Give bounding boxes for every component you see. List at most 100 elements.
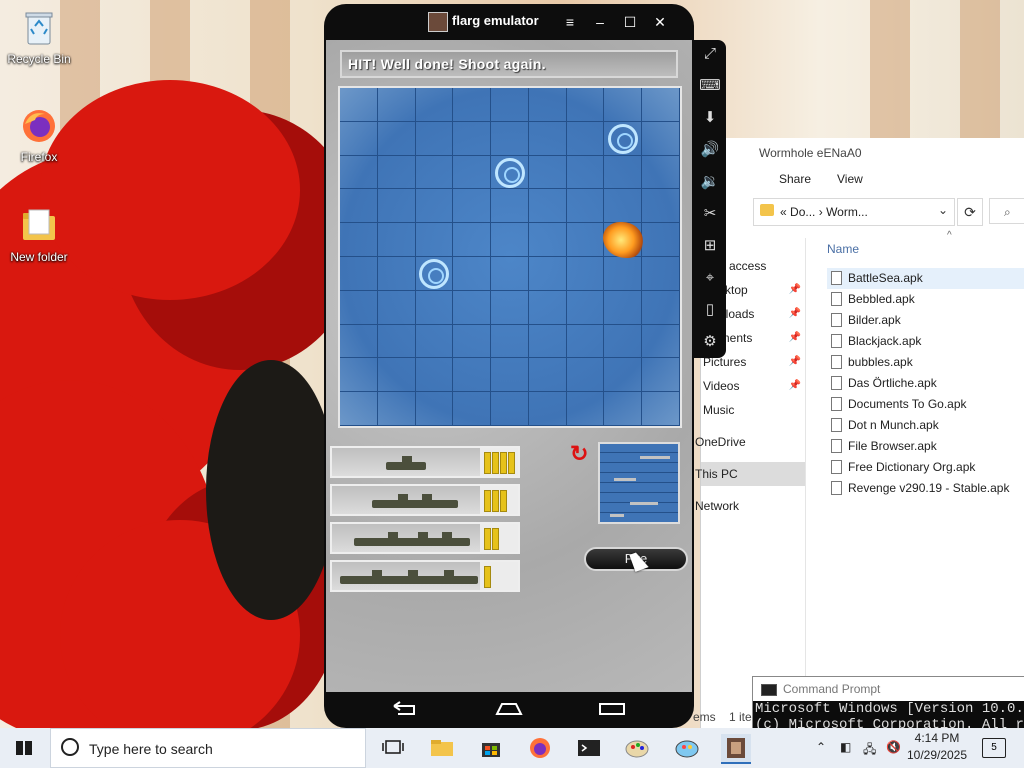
grid-cell[interactable] [415, 290, 454, 325]
scissors-icon[interactable]: ✂ [694, 200, 726, 228]
grid-cell[interactable] [453, 121, 492, 156]
grid-cell[interactable] [491, 257, 529, 291]
tab-share[interactable]: Share [779, 172, 811, 186]
grid-cell[interactable] [453, 392, 492, 426]
meet-now-icon[interactable]: ◧ [840, 740, 851, 754]
grid-cell[interactable] [340, 223, 378, 257]
tab-view[interactable]: View [837, 172, 863, 186]
paint-icon[interactable] [623, 734, 653, 762]
grid-cell[interactable] [377, 121, 416, 156]
grid-cell[interactable] [377, 358, 416, 393]
grid-cell[interactable] [340, 392, 378, 426]
grid-cell[interactable] [528, 155, 567, 190]
grid-cell[interactable] [604, 358, 643, 393]
nav-item-this-pc[interactable]: This PC [695, 462, 805, 486]
nav-item-music[interactable]: Music [701, 398, 805, 422]
file-row[interactable]: Free Dictionary Org.apk [827, 457, 1024, 478]
file-row[interactable]: Blackjack.apk [827, 331, 1024, 352]
grid-cell[interactable] [340, 257, 378, 291]
grid-cell[interactable] [377, 290, 416, 325]
grid-cell[interactable] [642, 223, 680, 257]
file-row[interactable]: Bilder.apk [827, 310, 1024, 331]
grid-cell[interactable] [453, 324, 492, 359]
fullscreen-icon[interactable]: ⤢ [694, 40, 726, 68]
grid-cell[interactable] [642, 257, 680, 291]
grid-cell[interactable] [566, 88, 605, 122]
address-bar[interactable]: « Do... › Worm... ⌄ [753, 198, 955, 226]
grid-cell[interactable] [604, 392, 643, 426]
paint3d-icon[interactable] [672, 734, 702, 762]
system-clock[interactable]: 4:14 PM 10/29/2025 [900, 730, 974, 764]
terminal-icon[interactable] [574, 734, 604, 762]
desktop-icon-recycle-bin[interactable]: Recycle Bin [0, 8, 78, 66]
home-icon[interactable] [495, 700, 523, 718]
reload-icon[interactable]: ↻ [570, 442, 592, 466]
taskbar-search[interactable]: Type here to search [50, 728, 366, 768]
grid-cell[interactable] [566, 257, 605, 291]
nav-item-videos[interactable]: Videos 📌 [701, 374, 805, 398]
grid-cell[interactable] [566, 358, 605, 393]
file-row[interactable]: Das Örtliche.apk [827, 373, 1024, 394]
grid-cell[interactable] [453, 290, 492, 325]
grid-cell[interactable] [340, 324, 378, 359]
grid-cell[interactable] [453, 257, 492, 291]
grid-cell[interactable] [491, 324, 529, 359]
grid-cell[interactable] [566, 290, 605, 325]
network-icon[interactable]: 🖧 [863, 740, 876, 761]
settings-icon[interactable]: ⚙ [694, 328, 726, 356]
grid-cell[interactable] [604, 155, 643, 190]
nav-item-onedrive[interactable]: OneDrive [695, 430, 805, 454]
firefox-icon[interactable] [525, 734, 555, 762]
grid-cell[interactable] [415, 121, 454, 156]
target-grid[interactable] [338, 86, 682, 428]
notification-center-icon[interactable]: 5 [982, 738, 1006, 758]
task-view-icon[interactable] [378, 734, 408, 762]
close-button[interactable]: ✕ [648, 10, 672, 34]
refresh-button[interactable]: ⟳ [957, 198, 983, 226]
grid-cell[interactable] [491, 121, 529, 156]
file-explorer-icon[interactable] [427, 734, 457, 762]
minimize-button[interactable]: – [588, 10, 612, 34]
grid-cell[interactable] [642, 155, 680, 190]
grid-cell[interactable] [377, 257, 416, 291]
grid-cell[interactable] [566, 392, 605, 426]
file-row[interactable]: BattleSea.apk [827, 268, 1024, 289]
volume-muted-icon[interactable]: 🔇 [886, 740, 901, 754]
grid-cell[interactable] [453, 88, 492, 122]
grid-cell[interactable] [528, 88, 567, 122]
file-row[interactable]: File Browser.apk [827, 436, 1024, 457]
file-row[interactable]: Bebbled.apk [827, 289, 1024, 310]
grid-cell[interactable] [377, 189, 416, 224]
grid-cell[interactable] [453, 223, 492, 257]
location-icon[interactable]: ⌖ [694, 264, 726, 292]
grid-cell[interactable] [642, 358, 680, 393]
file-row[interactable]: Dot n Munch.apk [827, 415, 1024, 436]
cmd-titlebar[interactable]: Command Prompt [753, 677, 1024, 701]
grid-cell[interactable] [377, 155, 416, 190]
grid-cell[interactable] [566, 223, 605, 257]
desktop-icon-firefox[interactable]: Firefox [0, 106, 78, 164]
grid-cell[interactable] [642, 189, 680, 224]
grid-cell[interactable] [642, 290, 680, 325]
desktop-icon-new-folder[interactable]: New folder [0, 206, 78, 264]
grid-cell[interactable] [528, 257, 567, 291]
start-button[interactable] [0, 728, 48, 768]
grid-cell[interactable] [604, 324, 643, 359]
grid-cell[interactable] [528, 121, 567, 156]
store-icon[interactable] [476, 734, 506, 762]
chevron-up-icon[interactable]: ⌃ [816, 740, 826, 754]
grid-cell[interactable] [642, 324, 680, 359]
grid-cell[interactable] [377, 223, 416, 257]
grid-cell[interactable] [491, 358, 529, 393]
grid-cell[interactable] [604, 290, 643, 325]
back-icon[interactable] [392, 700, 420, 718]
grid-cell[interactable] [340, 121, 378, 156]
grid-cell[interactable] [604, 189, 643, 224]
grid-cell[interactable] [528, 290, 567, 325]
grid-cell[interactable] [491, 290, 529, 325]
grid-cell[interactable] [528, 324, 567, 359]
grid-cell[interactable] [566, 324, 605, 359]
grid-cell[interactable] [453, 358, 492, 393]
apk-install-icon[interactable]: ⬇ [694, 104, 726, 132]
grid-cell[interactable] [415, 223, 454, 257]
